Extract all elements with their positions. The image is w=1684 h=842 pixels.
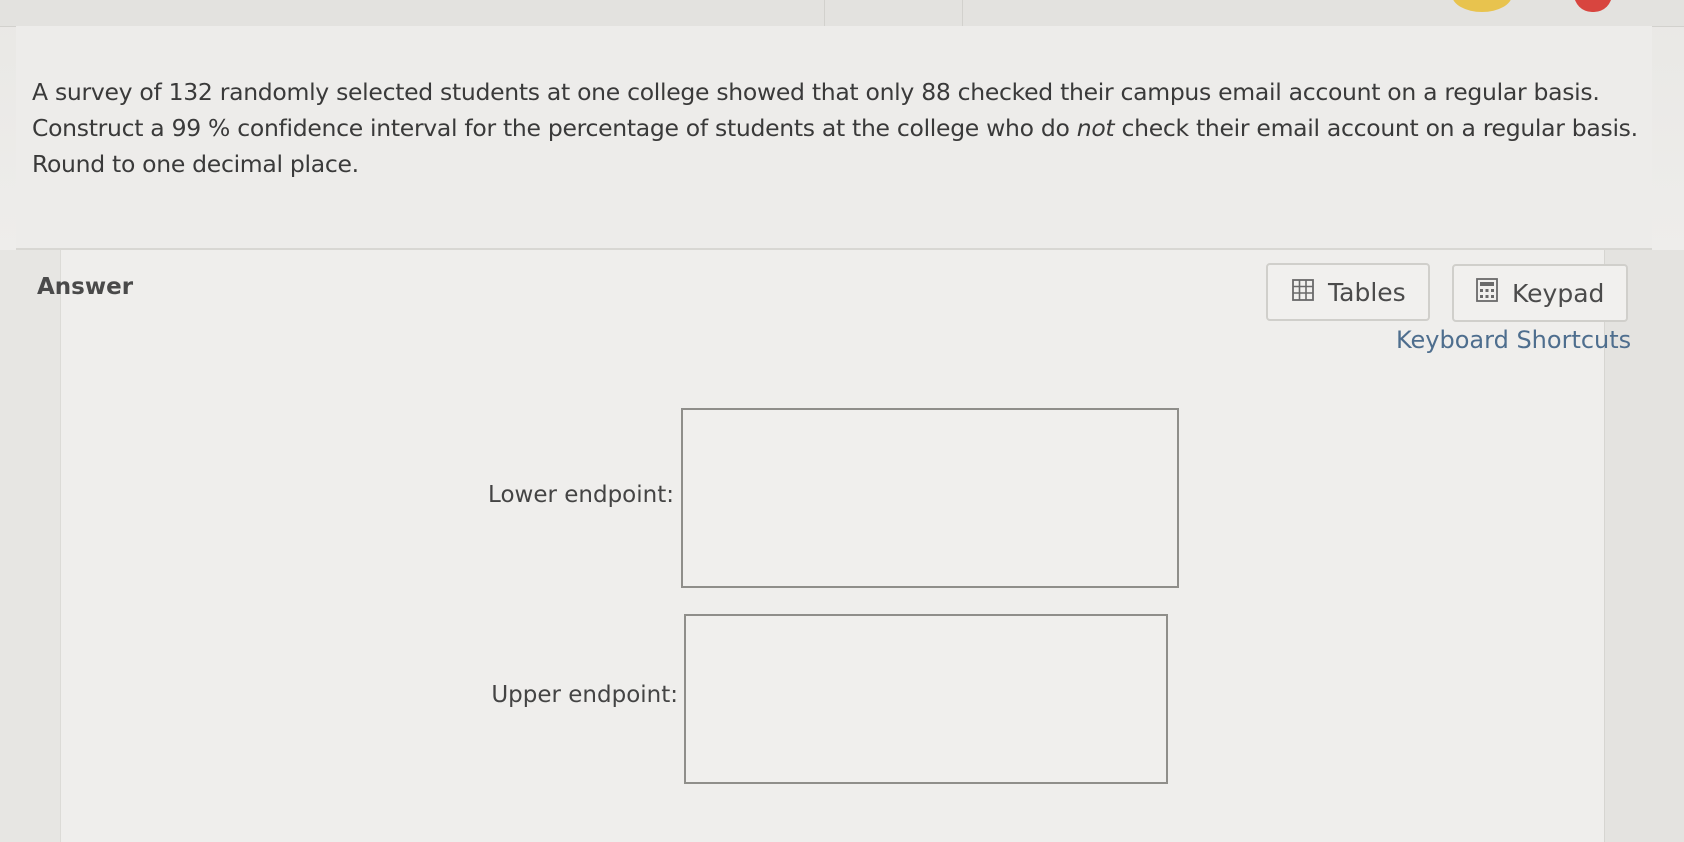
top-toolbar-strip [0, 0, 1684, 27]
tables-button-label: Tables [1328, 277, 1406, 307]
keyboard-shortcuts-link[interactable]: Keyboard Shortcuts [1396, 326, 1631, 354]
assessment-page: A survey of 132 randomly selected studen… [0, 0, 1684, 842]
question-panel: A survey of 132 randomly selected studen… [16, 26, 1652, 250]
question-emphasis: not [1076, 114, 1115, 142]
upper-endpoint-input[interactable] [684, 614, 1168, 784]
answer-heading: Answer [37, 274, 134, 300]
table-grid-icon [1292, 278, 1314, 307]
tables-button[interactable]: Tables [1266, 263, 1430, 321]
keypad-button-label: Keypad [1512, 278, 1605, 308]
left-margin [0, 250, 61, 842]
top-divider [962, 0, 963, 26]
question-text: A survey of 132 randomly selected studen… [32, 74, 1642, 182]
upper-endpoint-label: Upper endpoint: [491, 682, 678, 708]
keypad-button[interactable]: Keypad [1452, 264, 1628, 322]
lower-endpoint-input[interactable] [681, 408, 1179, 588]
calculator-icon [1476, 278, 1498, 308]
lower-endpoint-label: Lower endpoint: [488, 482, 674, 508]
top-divider [824, 0, 825, 26]
